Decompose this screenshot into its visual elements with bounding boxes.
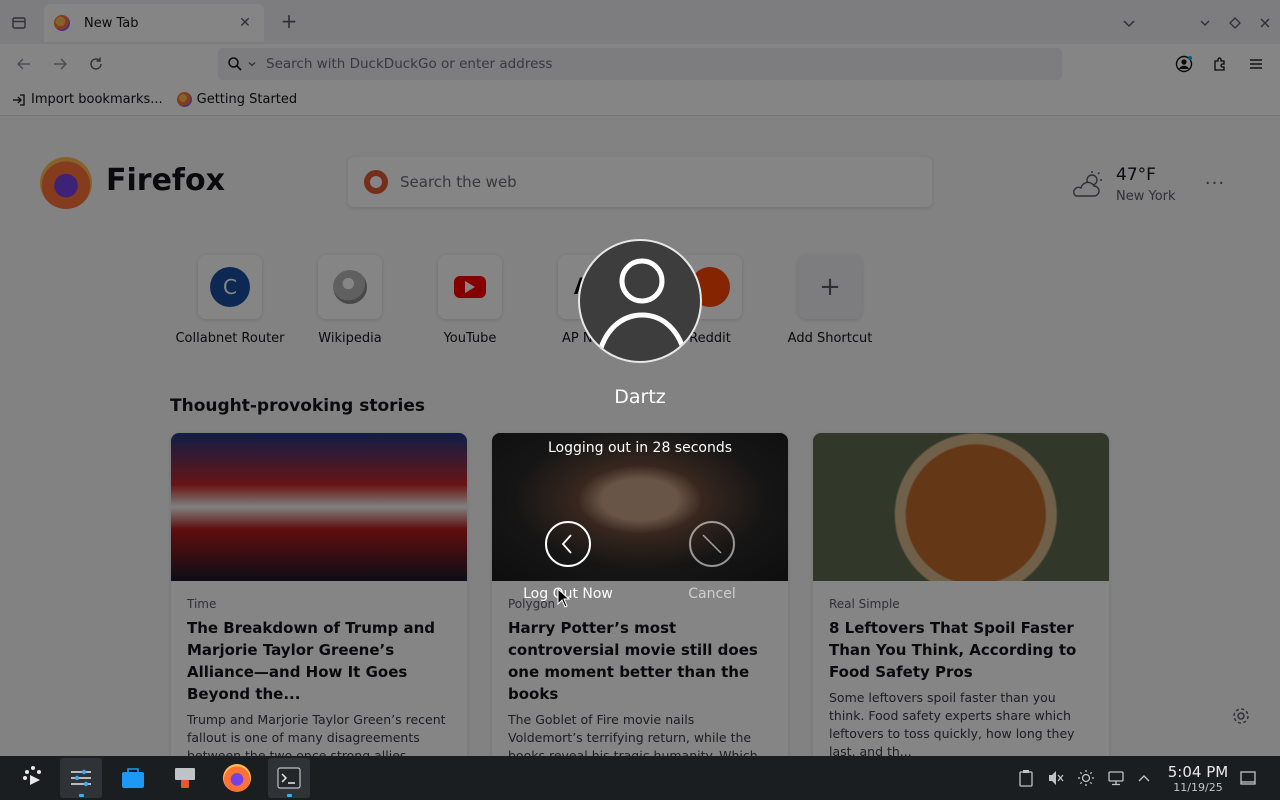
volume-muted-icon[interactable] [1046,768,1066,788]
taskbar-firefox[interactable] [216,758,258,798]
logout-overlay: Dartz Logging out in 28 seconds Log Out … [0,0,1280,756]
clipboard-icon[interactable] [1016,768,1036,788]
logout-now-button[interactable] [545,521,591,567]
user-avatar-icon [595,258,689,360]
taskbar-discover[interactable] [112,758,154,798]
mouse-cursor-icon [557,588,571,608]
settings-sliders-icon [71,769,91,787]
firefox-icon [223,764,251,792]
brightness-icon[interactable] [1076,768,1096,788]
clock-date[interactable]: 11/19/25 [1158,781,1238,794]
taskbar-system-settings[interactable] [60,758,102,798]
store-bag-icon [122,768,144,788]
folder-icon [175,768,195,788]
taskbar-terminal[interactable] [268,758,310,798]
running-indicator [287,794,292,797]
user-name: Dartz [614,386,666,408]
chevron-left-icon [561,534,572,554]
cancel-label[interactable]: Cancel [642,586,782,602]
launcher-icon [23,766,41,785]
taskbar: 5:04 PM 11/19/25 [0,756,1280,800]
user-avatar [578,239,702,363]
clock-time[interactable]: 5:04 PM [1158,763,1238,781]
show-hidden-icons-chevron-up-icon[interactable] [1134,768,1154,788]
cancel-icon [702,534,722,554]
network-wired-icon[interactable] [1106,768,1126,788]
cancel-button[interactable] [689,521,735,567]
show-desktop-icon[interactable] [1238,768,1258,788]
terminal-icon [277,767,301,789]
logout-countdown: Logging out in 28 seconds [547,440,733,456]
application-launcher-button[interactable] [12,758,54,798]
taskbar-file-manager[interactable] [164,758,206,798]
running-indicator [79,794,84,797]
